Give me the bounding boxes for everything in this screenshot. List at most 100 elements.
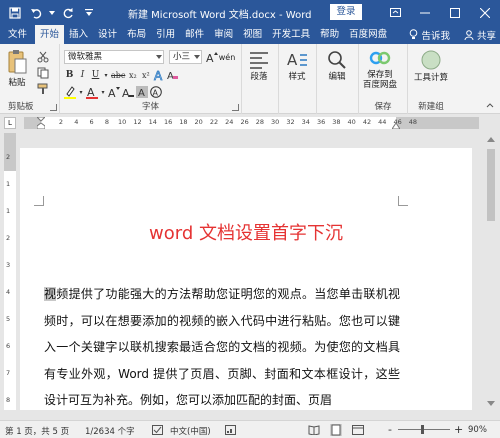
vruler-tick-label: 3 (6, 261, 11, 269)
styles-button[interactable]: A 样式 (286, 50, 308, 82)
tab-baidu-netdisk[interactable]: 百度网盘 (344, 25, 392, 44)
ribbon-display-options-icon[interactable] (380, 0, 410, 25)
ruler-tick-label: 14 (148, 118, 157, 126)
redo-icon[interactable] (59, 4, 77, 22)
vertical-scrollbar[interactable] (484, 133, 498, 410)
ruler-tick-label: 40 (347, 118, 356, 126)
character-shading-button[interactable]: A (136, 85, 148, 99)
enclosed-character-button[interactable]: A (150, 85, 162, 99)
quick-access-toolbar (0, 0, 101, 25)
body-paragraph[interactable]: 视频提供了功能强大的方法帮助您证明您的观点。当您单击联机视频时，可以在想要添加的… (44, 281, 400, 410)
clipboard-dialog-launcher[interactable] (50, 104, 57, 111)
tab-design[interactable]: 设计 (93, 25, 122, 44)
font-color-dropdown-icon[interactable]: ▾ (100, 85, 106, 99)
clear-format-button[interactable]: A (167, 68, 179, 82)
document-page[interactable]: word 文档设置首字下沉 视频提供了功能强大的方法帮助您证明您的观点。当您单击… (20, 148, 472, 410)
zoom-out-button[interactable]: - (388, 423, 392, 436)
font-color-button[interactable]: A (86, 85, 98, 99)
tab-home[interactable]: 开始 (35, 25, 65, 44)
save-icon[interactable] (6, 4, 24, 22)
tab-review[interactable]: 审阅 (209, 25, 238, 44)
collapse-ribbon-icon[interactable] (486, 102, 494, 108)
tell-me-search[interactable]: 告诉我 (409, 28, 450, 42)
language[interactable]: 中文(中国) (170, 425, 211, 437)
undo-dropdown-icon[interactable] (48, 4, 56, 22)
tab-selector[interactable]: L (4, 117, 16, 129)
share-button[interactable]: 共享 (464, 28, 496, 42)
ruler-tick-label: 8 (104, 118, 109, 126)
word-count[interactable]: 1/2634 个字 (85, 425, 135, 437)
format-painter-icon[interactable] (37, 83, 49, 95)
superscript-button[interactable]: x² (140, 68, 151, 82)
crop-mark-top-right (398, 196, 408, 206)
ruler-tick-label: 26 (240, 118, 249, 126)
text-effects-button[interactable]: A (153, 68, 165, 82)
save-group: 保存到 百度网盘 保存 (359, 44, 408, 114)
minimize-icon[interactable] (410, 0, 440, 25)
print-layout-icon[interactable] (330, 424, 342, 436)
page-count[interactable]: 第 1 页，共 5 页 (5, 425, 69, 437)
paragraph-button[interactable]: 段落 (248, 50, 270, 82)
indent-marker-icon[interactable] (37, 117, 45, 129)
vertical-ruler[interactable]: 2 1 1 2 3 4 5 6 7 8 (4, 133, 16, 410)
tab-view[interactable]: 视图 (238, 25, 267, 44)
editing-button[interactable]: 编辑 (326, 50, 348, 82)
scroll-thumb[interactable] (487, 149, 495, 221)
maximize-icon[interactable] (440, 0, 470, 25)
tab-file[interactable]: 文件 (0, 25, 35, 44)
scroll-up-icon[interactable] (487, 137, 495, 142)
zoom-level[interactable]: 90% (468, 425, 487, 435)
web-layout-icon[interactable] (352, 425, 364, 435)
right-indent-marker-icon[interactable] (392, 123, 400, 129)
italic-button[interactable]: I (77, 68, 88, 82)
read-mode-icon[interactable] (308, 425, 320, 435)
shrink-font-button[interactable]: A (108, 85, 120, 99)
drop-cap-character[interactable]: 视 (44, 287, 57, 301)
change-case-button[interactable]: A (122, 85, 134, 99)
grow-font-button[interactable]: A (205, 50, 219, 64)
ruler-tick-label: 30 (271, 118, 280, 126)
undo-icon[interactable] (27, 4, 45, 22)
font-size-select[interactable]: 小三 (169, 50, 202, 64)
copy-icon[interactable] (37, 67, 49, 79)
highlight-button[interactable] (64, 85, 76, 99)
horizontal-ruler[interactable]: 2 4 6 8 10 12 14 16 18 20 22 24 26 28 30 32 34 36 38 40 42 44… (24, 117, 479, 129)
tab-mailings[interactable]: 邮件 (180, 25, 209, 44)
strikethrough-button[interactable]: abc (111, 68, 125, 82)
tool-calc-button[interactable]: 工具计算 (414, 49, 448, 83)
svg-text:A: A (154, 69, 163, 81)
tab-help[interactable]: 帮助 (315, 25, 344, 44)
save-to-baidu-button[interactable]: 保存到 百度网盘 (363, 48, 397, 90)
bold-button[interactable]: B (64, 68, 75, 82)
scroll-down-icon[interactable] (487, 401, 495, 406)
zoom-slider-knob[interactable] (421, 425, 424, 434)
cut-icon[interactable] (37, 51, 49, 63)
paste-button[interactable]: 粘贴 (6, 48, 28, 88)
underline-dropdown-icon[interactable]: ▾ (103, 68, 109, 82)
macro-record-icon[interactable] (225, 425, 236, 435)
document-area[interactable]: word 文档设置首字下沉 视频提供了功能强大的方法帮助您证明您的观点。当您单击… (20, 133, 480, 410)
vruler-tick-label: 8 (6, 396, 11, 404)
font-dialog-launcher[interactable] (232, 104, 239, 111)
login-button[interactable]: 登录 (330, 4, 362, 20)
zoom-in-button[interactable]: + (454, 423, 463, 436)
font-name-select[interactable]: 微软雅黑 (64, 50, 164, 64)
tab-insert[interactable]: 插入 (64, 25, 93, 44)
font-size-value: 小三 (173, 52, 191, 62)
body-text[interactable]: 频提供了功能强大的方法帮助您证明您的观点。当您单击联机视频时，可以在想要添加的视… (44, 287, 400, 407)
document-title[interactable]: word 文档设置首字下沉 (20, 219, 472, 245)
underline-button[interactable]: U (90, 68, 101, 82)
subscript-button[interactable]: x₂ (127, 68, 138, 82)
tab-layout[interactable]: 布局 (122, 25, 151, 44)
save-group-label: 保存 (374, 102, 392, 112)
tab-references[interactable]: 引用 (151, 25, 180, 44)
svg-text:A: A (122, 87, 130, 98)
zoom-slider-track[interactable] (398, 429, 450, 430)
tab-developer[interactable]: 开发工具 (267, 25, 315, 44)
customize-qat-icon[interactable] (80, 4, 98, 22)
proofing-icon[interactable] (152, 425, 163, 435)
text-effects-icon: A (154, 69, 164, 81)
close-icon[interactable] (470, 0, 500, 25)
highlight-dropdown-icon[interactable]: ▾ (78, 85, 84, 99)
size-unit-button[interactable]: wén (219, 50, 236, 64)
